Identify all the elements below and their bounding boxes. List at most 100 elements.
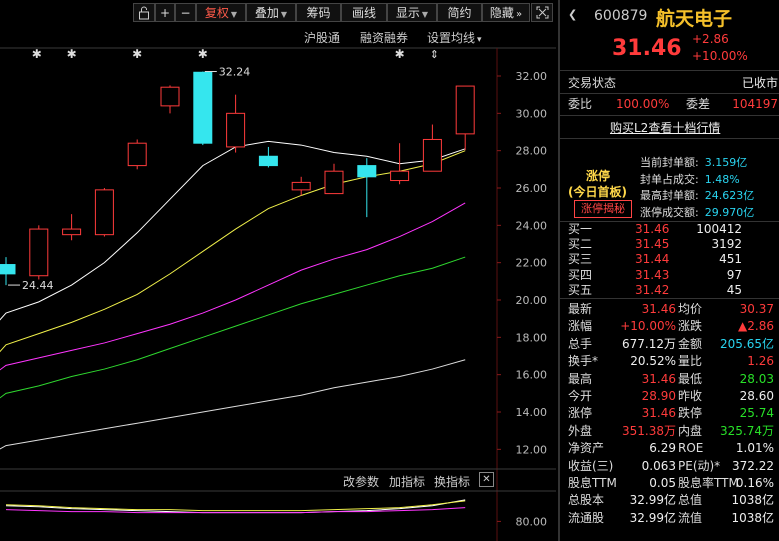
quote-label: 最高 bbox=[568, 371, 593, 386]
weibi-value: 100.00% bbox=[616, 97, 670, 111]
margin-trading-link[interactable]: 融资融券 bbox=[360, 29, 408, 46]
quote-value: 32.99亿 bbox=[629, 510, 676, 525]
candle-up bbox=[94, 189, 114, 236]
order-volume: 97 bbox=[726, 267, 742, 282]
order-book-row[interactable]: 买一 31.46 100412 bbox=[568, 222, 778, 237]
weicha-label: 委差 bbox=[686, 97, 711, 111]
high-price-label: 32.24 bbox=[219, 66, 251, 79]
trade-status-value: 已收市 bbox=[741, 76, 778, 90]
order-price: 31.46 bbox=[635, 222, 670, 236]
quote-label: 涨跌 bbox=[678, 319, 703, 334]
quote-value: 31.46 bbox=[641, 406, 676, 421]
quote-row: 今开 28.90 昨收 28.60 bbox=[568, 388, 779, 405]
limit-up-stat-row: 涨停成交额: 29.970亿 bbox=[640, 204, 754, 220]
quote-label: 量比 bbox=[678, 354, 703, 369]
limit-up-stat-label: 涨停成交额: bbox=[640, 205, 699, 219]
candle-up bbox=[390, 170, 410, 182]
quote-value: 31.46 bbox=[641, 302, 676, 316]
zoom-out-button[interactable]: − bbox=[175, 3, 196, 22]
quote-value: 205.65亿 bbox=[720, 336, 774, 351]
order-book-row[interactable]: 买四 31.43 97 bbox=[568, 268, 778, 283]
l2-purchase-link[interactable]: 购买L2查看十档行情 bbox=[610, 119, 720, 136]
switch-indicator-link[interactable]: 换指标 bbox=[434, 473, 470, 490]
order-volume: 100412 bbox=[696, 222, 742, 236]
hsgt-link[interactable]: 沪股通 bbox=[304, 29, 340, 46]
order-level-label: 买四 bbox=[568, 267, 593, 282]
candle-up bbox=[127, 142, 147, 167]
quote-label: 股息TTM bbox=[568, 476, 617, 490]
candle-up bbox=[226, 112, 246, 148]
quote-label: 今开 bbox=[568, 389, 593, 403]
order-book-row[interactable]: 买二 31.45 3192 bbox=[568, 237, 778, 252]
limit-up-title: 涨停 bbox=[586, 169, 611, 183]
quote-value: 1038亿 bbox=[731, 493, 774, 508]
fuquan-button[interactable]: 复权 ▼ bbox=[196, 3, 246, 22]
overlay-button[interactable]: 叠加 ▼ bbox=[246, 3, 296, 22]
candle-up bbox=[455, 85, 475, 135]
quote-value: 25.74 bbox=[739, 406, 774, 421]
candle-down bbox=[258, 155, 278, 167]
display-button[interactable]: 显示 ▼ bbox=[387, 3, 437, 22]
close-icon[interactable]: ✕ bbox=[479, 472, 494, 487]
limit-up-stat-label: 当前封单额: bbox=[640, 156, 699, 169]
display-label: 显示 bbox=[395, 6, 420, 20]
quote-value: ▲2.86 bbox=[738, 319, 774, 334]
double-chevron-right-icon: » bbox=[515, 9, 523, 20]
quote-row: 外盘 351.38万 内盘 325.74万 bbox=[568, 423, 779, 440]
fullscreen-icon[interactable] bbox=[531, 3, 553, 22]
candle-down bbox=[0, 264, 16, 275]
quote-label: 股息率TTM bbox=[678, 476, 739, 490]
hide-button[interactable]: 隐藏» bbox=[482, 3, 530, 22]
quote-value: 28.60 bbox=[739, 389, 774, 403]
stock-name: 航天电子 bbox=[656, 8, 733, 30]
candle-down bbox=[357, 165, 377, 178]
fuquan-label: 复权 bbox=[204, 6, 229, 20]
quote-label: 最新 bbox=[568, 302, 593, 316]
low-price-label: 24.44 bbox=[22, 279, 54, 292]
simple-button[interactable]: 简约 bbox=[437, 3, 482, 22]
draw-line-button[interactable]: 画线 bbox=[341, 3, 387, 22]
quote-panel: ❮ 600879 航天电子 31.46 +2.86 +10.00% 交易状态 已… bbox=[558, 0, 779, 541]
zoom-in-button[interactable]: + bbox=[155, 3, 175, 22]
quote-label: 最低 bbox=[678, 371, 703, 386]
limit-up-reveal-button[interactable]: 涨停揭秘 bbox=[574, 200, 632, 218]
limit-up-stat-value: 24.623亿 bbox=[704, 189, 755, 202]
quote-value: 372.22 bbox=[732, 458, 774, 473]
order-book-row[interactable]: 买五 31.42 45 bbox=[568, 283, 778, 298]
kline-chart[interactable]: 32.00 30.00 28.00 26.00 24.00 22.00 20.00 18.00… bbox=[0, 26, 556, 541]
quote-value: 1038亿 bbox=[731, 510, 774, 525]
ma-settings-link[interactable]: 设置均线 ▾ bbox=[427, 29, 482, 46]
quote-value: +10.00% bbox=[620, 319, 676, 334]
add-indicator-link[interactable]: 加指标 bbox=[389, 473, 425, 490]
quote-value: 28.90 bbox=[641, 389, 676, 403]
y-tick-label: 14.00 bbox=[516, 406, 548, 419]
weibi-row: 委比 100.00% 委差 104197 bbox=[568, 96, 778, 113]
change-params-link[interactable]: 改参数 bbox=[343, 473, 379, 490]
chart-toolbar: + − 复权 ▼ 叠加 ▼ 筹码 画线 显示 ▼ 简约 隐藏» bbox=[0, 0, 556, 26]
quote-row: 总股本 32.99亿 总值 1038亿 bbox=[568, 492, 779, 509]
limit-up-stat-value: 3.159亿 bbox=[704, 156, 748, 169]
order-volume: 3192 bbox=[711, 237, 742, 252]
caret-down-icon: ▼ bbox=[230, 10, 238, 19]
quote-value: 6.29 bbox=[649, 441, 676, 456]
order-level-label: 买二 bbox=[568, 237, 593, 252]
y-tick-label: 24.00 bbox=[516, 219, 548, 232]
order-book-row[interactable]: 买三 31.44 451 bbox=[568, 252, 778, 267]
quote-value: 31.46 bbox=[641, 371, 676, 386]
lock-icon[interactable] bbox=[133, 3, 155, 22]
event-star-icon: ✱ bbox=[198, 47, 208, 61]
y-tick-label: 30.00 bbox=[516, 107, 548, 120]
y-tick-label: 28.00 bbox=[516, 145, 548, 158]
quote-label: 涨停 bbox=[568, 406, 593, 421]
quote-label: 净资产 bbox=[568, 441, 605, 456]
ma-line bbox=[0, 359, 466, 450]
quote-row: 股息TTM 0.05 股息率TTM 0.16% bbox=[568, 475, 779, 492]
chips-button[interactable]: 筹码 bbox=[296, 3, 341, 22]
limit-up-stat-row: 封单占成交: 1.48% bbox=[640, 171, 740, 187]
quote-label: 均价 bbox=[678, 302, 703, 316]
weicha-value: 104197 bbox=[732, 97, 778, 111]
candle-up bbox=[291, 181, 311, 191]
quote-value: 20.52% bbox=[630, 354, 676, 369]
y-tick-label: 26.00 bbox=[516, 182, 548, 195]
collapse-chevron-icon[interactable]: ❮ bbox=[568, 8, 577, 21]
